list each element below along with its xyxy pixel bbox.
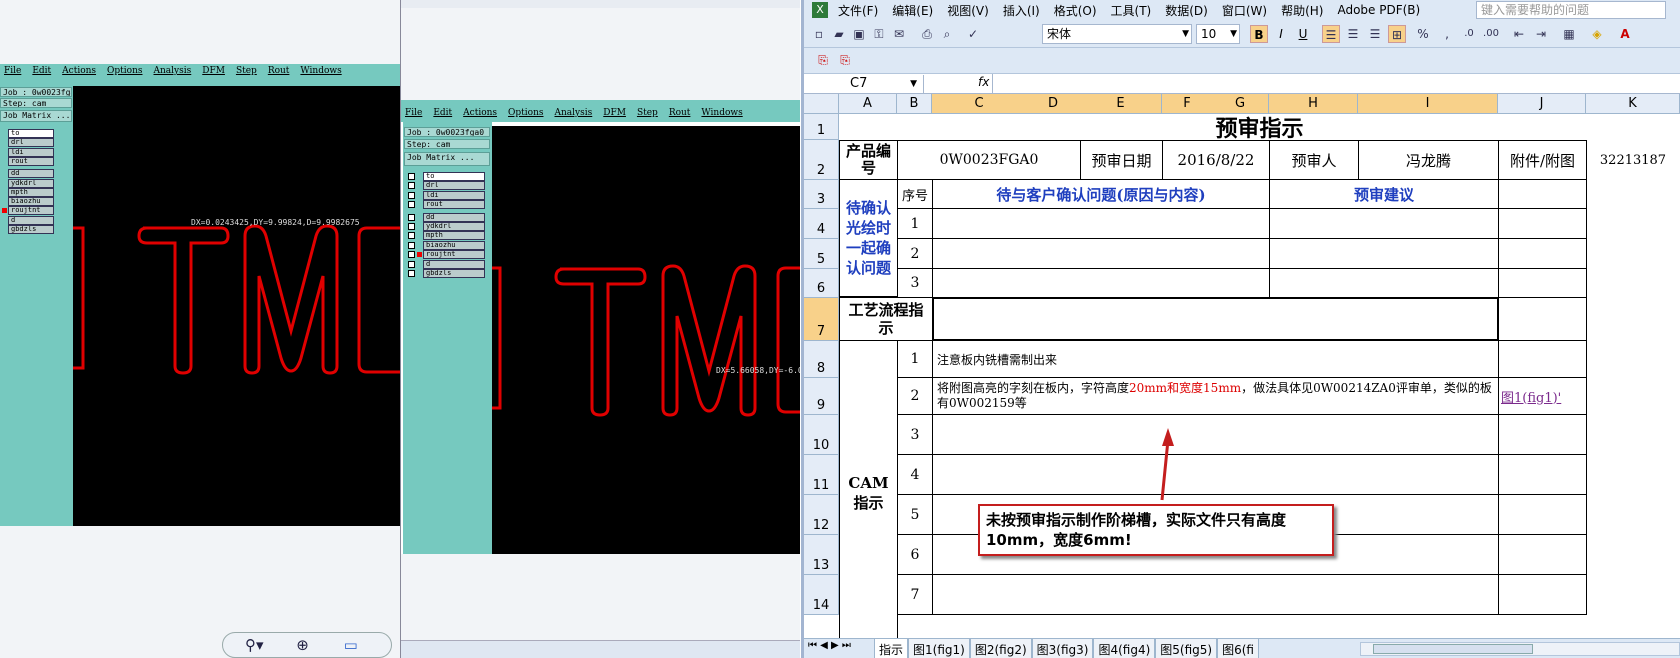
layer-item[interactable]: ydkdrl [423,222,485,231]
coordinate-readout: DX=5.66058,DY=-6.01 [716,366,800,375]
layer-item[interactable]: roujtnt [423,250,485,260]
layer-checkbox[interactable] [408,232,415,240]
menu-item-options[interactable]: Options [107,66,142,76]
layer-color-mark [2,208,7,214]
cam-window-left: File Edit Actions Options Analysis DFM Step Rou… [0,0,400,658]
tab-nav-icon[interactable]: ⏮ ◀ ▶ ⏭ [808,640,851,651]
layer-item[interactable]: gbdzls [423,269,485,278]
layer-checkbox[interactable] [408,173,415,180]
layer-item[interactable]: dd [8,169,54,179]
menu-item-rout[interactable]: Rout [669,108,691,118]
menu-item-step[interactable]: Step [637,108,658,118]
horizontal-scrollbar[interactable] [1360,642,1680,656]
excel-window: 文件(F) 编辑(E) 视图(V) 插入(I) 格式(O) 工具(T) 数据(D) 窗口(W)… [801,0,1680,658]
layer-checkbox[interactable] [408,191,415,199]
tab-active[interactable]: 指示 [874,639,909,658]
layer-checkbox[interactable] [408,251,415,259]
annotation-arrow [1160,428,1174,501]
layer-item[interactable]: d [8,215,54,225]
layer-item[interactable]: drl [423,181,485,191]
layer-item[interactable]: mpth [423,231,485,241]
letter-outlines [73,224,400,375]
sheet-tab[interactable]: 图4(fig4) [1093,639,1156,658]
layer-item[interactable]: ldi [8,147,54,157]
menu-item-file[interactable]: File [4,66,21,76]
layer-item[interactable]: dd [423,212,485,222]
step-label: Step: cam [404,139,490,149]
sheet-tab[interactable]: 图1(fig1) [908,639,970,658]
layer-item[interactable]: ldi [423,190,485,200]
menu-item-edit[interactable]: Edit [32,66,51,76]
menu-item-rout[interactable]: Rout [268,66,290,76]
review-callout: 未按预审指示制作阶梯槽，实际文件只有高度10mm，宽度6mm! [978,504,1334,556]
layer-item[interactable]: d [423,259,485,269]
job-matrix-button[interactable]: Job Matrix ... [0,110,72,122]
layer-checkbox[interactable] [408,213,415,221]
menu-item-edit[interactable]: Edit [433,108,452,118]
menu-item-dfm[interactable]: DFM [603,108,626,118]
sheet-tab[interactable]: 图6(fi [1217,639,1259,658]
layer-item[interactable]: biaozhu [423,240,485,250]
job-label: Job : 0w0023fga0 [0,87,72,97]
job-label: Job : 0w0023fga0 [404,127,490,137]
menu-item-actions[interactable]: Actions [463,108,497,118]
zoom-control[interactable]: ⚲▾ ⊕ ▭ [222,632,392,658]
layer-item[interactable]: to [423,172,485,181]
letter-outlines [492,264,800,417]
layer-item[interactable]: mpth [8,187,54,197]
menu-item-options[interactable]: Options [508,108,543,118]
layer-item[interactable]: biaozhu [8,197,54,207]
menu-item-actions[interactable]: Actions [62,66,96,76]
menu-item-file[interactable]: File [405,108,422,118]
layer-checkbox[interactable] [408,241,415,249]
layer-color-mark [417,252,422,258]
cam-canvas[interactable]: DX=5.66058,DY=-6.01 [492,126,800,554]
cam-canvas[interactable]: DX=0.0243425,DY=9.99824,D=9.9982675 [73,86,400,526]
cam-menubar: File Edit Actions Options Analysis DFM Step Rou… [401,100,800,122]
step-label: Step: cam [0,98,72,108]
fit-icon[interactable]: ⊕ [296,636,309,654]
layer-checkbox[interactable] [408,182,415,190]
window-top-area [0,0,400,64]
menu-item-analysis[interactable]: Analysis [555,108,593,118]
sheet-tab[interactable]: 图5(fig5) [1155,639,1218,658]
cam-window-right: File Edit Actions Options Analysis DFM Step Rou… [400,0,800,658]
menu-item-dfm[interactable]: DFM [202,66,225,76]
menu-item-windows[interactable]: Windows [300,66,341,76]
layer-checkbox[interactable] [408,260,415,268]
layer-checkbox[interactable] [408,270,415,277]
layer-item[interactable]: drl [8,138,54,148]
sheet-tab[interactable]: 图2(fig2) [969,639,1032,658]
job-matrix-button[interactable]: Job Matrix ... [404,152,490,166]
coordinate-readout: DX=0.0243425,DY=9.99824,D=9.9982675 [191,218,360,227]
menu-item-step[interactable]: Step [236,66,257,76]
zoom-icon[interactable]: ⚲▾ [245,636,264,654]
slideshow-icon[interactable]: ▭ [344,636,358,654]
sheet-tab[interactable]: 图3(fig3) [1031,639,1094,658]
layer-item[interactable]: to [8,129,54,138]
menu-item-analysis[interactable]: Analysis [154,66,192,76]
layer-item[interactable]: rout [423,200,485,210]
sheet-tabs: ⏮ ◀ ▶ ⏭ 指示 图1(fig1) 图2(fig2) 图3(fig3) 图4(fig… [804,638,1680,658]
menu-item-windows[interactable]: Windows [701,108,742,118]
cam-menubar: File Edit Actions Options Analysis DFM Step Rou… [0,64,400,78]
layer-checkbox[interactable] [408,201,415,209]
layer-item[interactable]: rout [8,156,54,166]
layer-checkbox[interactable] [408,223,415,230]
layer-item[interactable]: ydkdrl [8,178,54,188]
layer-item[interactable]: gbdzls [8,225,54,234]
layer-item[interactable]: roujtnt [8,206,54,216]
